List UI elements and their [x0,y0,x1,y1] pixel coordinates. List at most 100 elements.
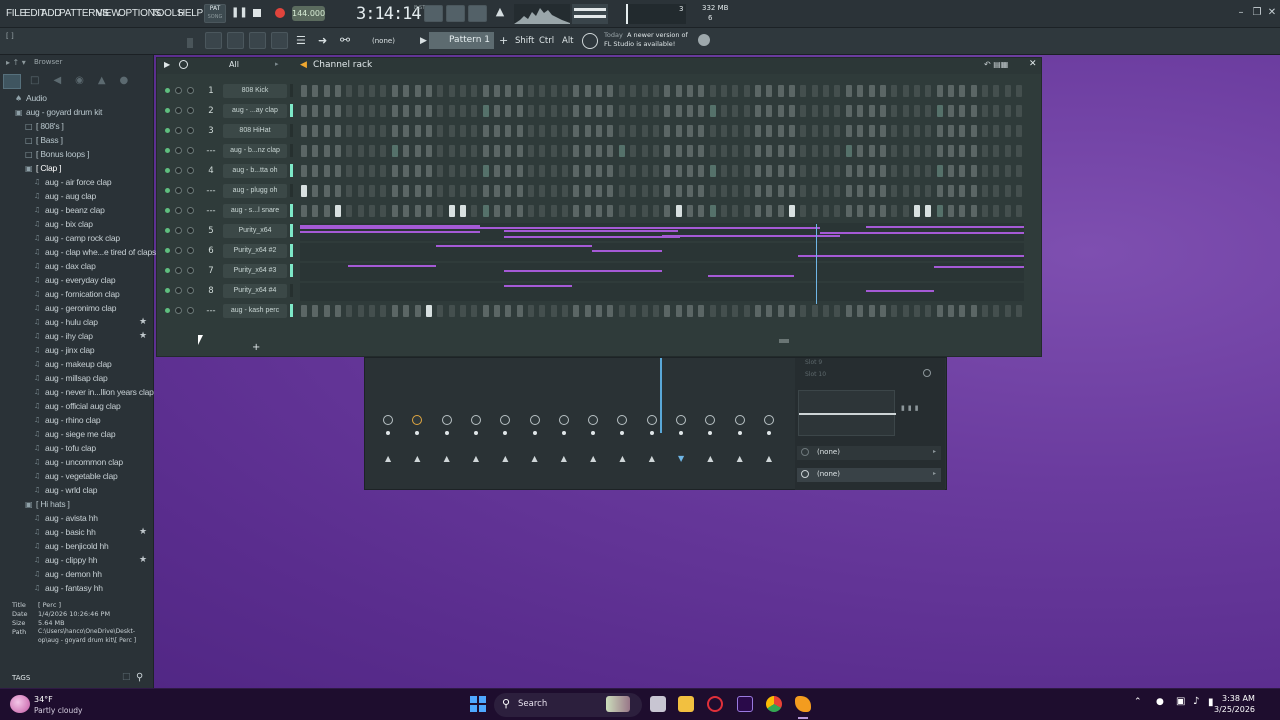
channel-mixer-track[interactable]: --- [204,306,218,316]
step-button[interactable] [743,145,750,157]
step-button[interactable] [1016,205,1023,217]
step-button[interactable] [777,105,784,117]
step-button[interactable] [448,85,455,97]
step-button[interactable] [505,105,512,117]
channel-volume-knob[interactable] [187,287,194,294]
step-button[interactable] [902,185,909,197]
step-button[interactable] [993,125,1000,137]
step-button[interactable] [686,85,693,97]
step-button[interactable] [709,305,716,317]
step-button[interactable] [346,305,353,317]
step-button[interactable] [845,165,852,177]
step-button[interactable] [312,85,319,97]
step-button[interactable] [459,145,466,157]
browser-file[interactable]: aug - hulu clap [45,317,98,327]
piano-roll-preview[interactable] [300,243,1024,261]
step-button[interactable] [936,85,943,97]
strip-route-arrow-icon[interactable]: ▲ [532,454,538,463]
step-button[interactable] [720,125,727,137]
step-button[interactable] [947,205,954,217]
step-button[interactable] [811,185,818,197]
step-button[interactable] [505,205,512,217]
step-button[interactable] [516,125,523,137]
step-button[interactable] [732,85,739,97]
step-button[interactable] [539,85,546,97]
step-button[interactable] [459,85,466,97]
weather-temp[interactable]: 34°F [34,695,53,704]
step-button[interactable] [789,185,796,197]
step-button[interactable] [641,85,648,97]
strip-knob[interactable] [763,415,774,425]
step-button[interactable] [562,305,569,317]
step-button[interactable] [925,125,932,137]
step-button[interactable] [823,105,830,117]
step-button[interactable] [630,185,637,197]
strip-led[interactable] [591,431,596,435]
step-button[interactable] [505,305,512,317]
step-button[interactable] [437,305,444,317]
step-button[interactable] [357,85,364,97]
step-button[interactable] [562,145,569,157]
step-button[interactable] [505,165,512,177]
browser-folder[interactable]: [ 808's ] [36,121,64,131]
step-button[interactable] [868,105,875,117]
step-button[interactable] [789,165,796,177]
step-button[interactable] [891,165,898,177]
step-button[interactable] [584,105,591,117]
step-button[interactable] [811,165,818,177]
channel-name-button[interactable]: 808 Kick [223,84,287,98]
step-button[interactable] [380,145,387,157]
step-button[interactable] [823,185,830,197]
step-button[interactable] [505,145,512,157]
channel-select-indicator[interactable] [290,164,293,177]
step-button[interactable] [811,125,818,137]
channel-name-button[interactable]: Purity_x64 [223,224,287,238]
step-button[interactable] [641,205,648,217]
step-button[interactable] [902,165,909,177]
channel-pan-knob[interactable] [175,267,182,274]
step-button[interactable] [993,305,1000,317]
channel-pan-knob[interactable] [175,87,182,94]
step-button[interactable] [993,185,1000,197]
step-button[interactable] [312,145,319,157]
strip-led[interactable] [561,431,566,435]
close-icon[interactable]: ✕ [1266,7,1278,19]
step-button[interactable] [720,205,727,217]
step-button[interactable] [686,205,693,217]
step-button[interactable] [1016,105,1023,117]
step-button[interactable] [982,205,988,217]
step-button[interactable] [675,145,682,157]
strip-knob[interactable] [705,415,716,425]
step-button[interactable] [913,105,920,117]
step-button[interactable] [516,165,523,177]
step-button[interactable] [471,305,478,317]
strip-led[interactable] [679,431,683,435]
strip-route-arrow-icon[interactable]: ▲ [619,454,625,463]
step-button[interactable] [743,205,750,217]
step-button[interactable] [448,205,455,217]
strip-led[interactable] [532,431,537,435]
metronome-icon[interactable]: ▲ [492,5,508,22]
step-button[interactable] [584,185,591,197]
strip-led[interactable] [503,431,508,435]
step-button[interactable] [811,85,818,97]
browser-file[interactable]: aug - everyday clap [45,275,116,285]
step-button[interactable] [993,85,1000,97]
step-button[interactable] [346,125,353,137]
step-button[interactable] [312,205,319,217]
channel-mute-led[interactable] [165,228,170,233]
step-button[interactable] [789,145,796,157]
step-button[interactable] [868,165,875,177]
step-button[interactable] [437,145,444,157]
step-button[interactable] [505,85,512,97]
step-button[interactable] [947,85,954,97]
step-button[interactable] [845,305,852,317]
step-button[interactable] [857,105,864,117]
step-button[interactable] [675,125,682,137]
step-button[interactable] [947,125,954,137]
news-icon[interactable] [582,33,598,49]
step-button[interactable] [834,125,841,137]
step-button[interactable] [584,85,591,97]
step-button[interactable] [596,185,603,197]
rack-swing-icon[interactable] [179,60,188,69]
